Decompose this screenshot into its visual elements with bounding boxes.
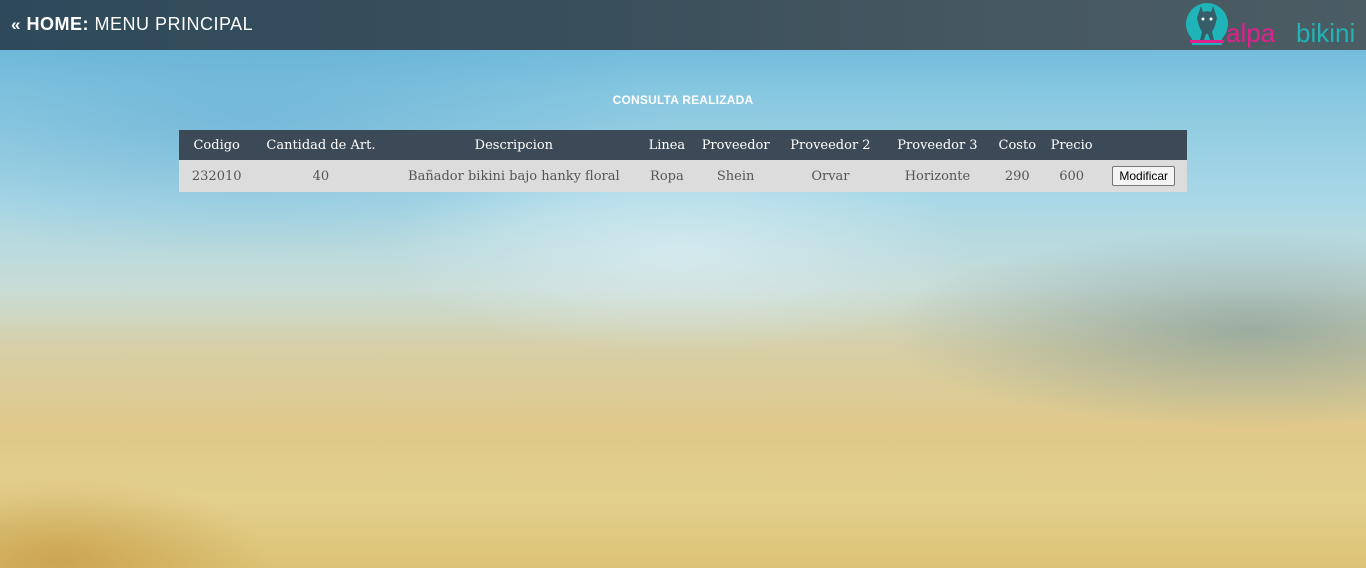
cell-proveedor-2: Orvar <box>777 160 884 192</box>
home-label: HOME: <box>26 14 89 34</box>
page-title: CONSULTA REALIZADA <box>612 93 754 107</box>
cell-precio: 600 <box>1042 160 1101 192</box>
cell-linea: Ropa <box>640 160 694 192</box>
table-row: 232010 40 Bañador bikini bajo hanky flor… <box>179 160 1187 192</box>
column-header-proveedor-2: Proveedor 2 <box>777 130 884 160</box>
column-header-precio: Precio <box>1042 130 1101 160</box>
top-bar: « HOME: MENU PRINCIPAL alpa bikini <box>0 0 1366 50</box>
logo-text-alpa: alpa <box>1226 18 1276 48</box>
column-header-descripcion: Descripcion <box>387 130 641 160</box>
logo-text-bikini: bikini <box>1296 18 1355 48</box>
column-header-codigo: Codigo <box>179 130 255 160</box>
modificar-button[interactable]: Modificar <box>1112 166 1176 186</box>
column-header-proveedor: Proveedor <box>693 130 778 160</box>
cell-proveedor: Shein <box>693 160 778 192</box>
llama-icon <box>1186 3 1228 45</box>
cell-costo: 290 <box>991 160 1043 192</box>
column-header-cantidad: Cantidad de Art. <box>254 130 388 160</box>
cell-proveedor-3: Horizonte <box>883 160 992 192</box>
menu-principal-label: MENU PRINCIPAL <box>94 14 254 34</box>
column-header-proveedor-3: Proveedor 3 <box>883 130 992 160</box>
table-header-row: Codigo Cantidad de Art. Descripcion Line… <box>179 130 1187 160</box>
cell-codigo: 232010 <box>179 160 255 192</box>
column-header-costo: Costo <box>991 130 1043 160</box>
cell-cantidad: 40 <box>254 160 388 192</box>
home-menu-link[interactable]: « HOME: MENU PRINCIPAL <box>11 14 253 35</box>
alpa-bikini-logo: alpa bikini <box>1186 3 1355 48</box>
results-table: Codigo Cantidad de Art. Descripcion Line… <box>179 130 1187 192</box>
column-header-linea: Linea <box>640 130 694 160</box>
back-arrows-icon: « <box>11 15 21 34</box>
cell-actions: Modificar <box>1100 160 1187 192</box>
column-header-actions <box>1100 130 1187 160</box>
cell-descripcion: Bañador bikini bajo hanky floral <box>387 160 641 192</box>
